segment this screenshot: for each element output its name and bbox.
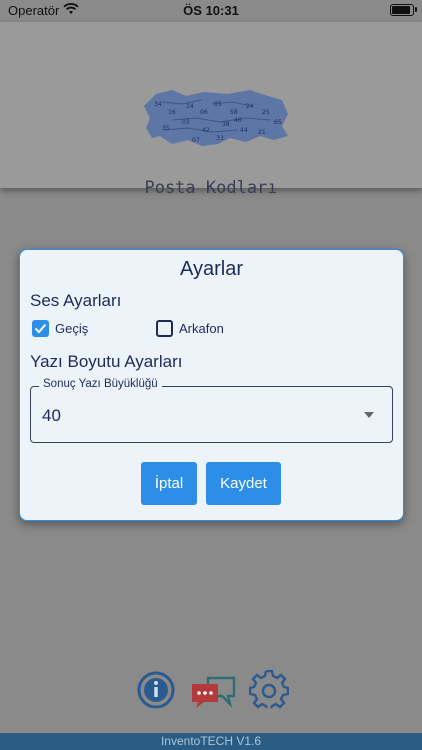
svg-text:06: 06 — [200, 109, 208, 116]
svg-text:05: 05 — [214, 101, 222, 108]
svg-text:38: 38 — [222, 121, 230, 128]
svg-text:42: 42 — [202, 127, 210, 134]
settings-dialog: Ayarlar Ses Ayarları Geçiş Arkafon Yazı … — [19, 249, 404, 521]
checkbox-unchecked-icon[interactable] — [156, 320, 173, 337]
checkbox-gecis[interactable]: Geçiş — [32, 320, 88, 337]
sound-settings-heading: Ses Ayarları — [30, 291, 122, 310]
svg-text:25: 25 — [262, 109, 270, 116]
bottom-toolbar — [0, 668, 422, 712]
font-size-settings-heading: Yazı Boyutu Ayarları — [30, 352, 183, 371]
app-title: Posta Kodları — [144, 178, 278, 198]
save-button[interactable]: Kaydet — [206, 462, 281, 505]
svg-text:65: 65 — [274, 119, 282, 126]
svg-text:07: 07 — [192, 137, 200, 144]
checkbox-checked-icon[interactable] — [32, 320, 49, 337]
gear-icon[interactable] — [249, 670, 289, 710]
svg-text:24: 24 — [246, 103, 254, 110]
font-size-select-label: Sonuç Yazı Büyüklüğü — [39, 378, 162, 390]
svg-text:34: 34 — [154, 101, 162, 108]
app-header: 34 16 14 06 05 58 24 25 65 35 03 42 38 44 21 07 33 4… — [0, 22, 422, 198]
svg-text:03: 03 — [182, 119, 190, 126]
svg-text:14: 14 — [186, 103, 194, 110]
svg-text:46: 46 — [234, 117, 242, 124]
font-size-select-value: 40 — [42, 406, 61, 425]
cancel-button[interactable]: İptal — [141, 462, 197, 505]
dropdown-arrow-icon[interactable] — [364, 412, 374, 418]
svg-text:21: 21 — [258, 129, 266, 136]
turkey-map-logo: 34 16 14 06 05 58 24 25 65 35 03 42 38 44 21 07 33 4… — [144, 90, 288, 146]
svg-text:16: 16 — [168, 109, 176, 116]
font-size-select[interactable]: Sonuç Yazı Büyüklüğü 40 — [30, 378, 393, 443]
chat-icon[interactable] — [190, 674, 238, 710]
battery-icon — [390, 4, 417, 16]
status-bar: Operatör ÖS 10:31 — [0, 0, 422, 22]
info-icon[interactable] — [136, 670, 176, 710]
dialog-title: Ayarlar — [180, 258, 243, 280]
svg-text:33: 33 — [216, 135, 224, 142]
svg-text:35: 35 — [162, 125, 170, 132]
version-footer: InventoTECH V1.6 — [0, 733, 422, 750]
checkbox-gecis-label: Geçiş — [55, 321, 89, 336]
checkbox-arkafon[interactable]: Arkafon — [156, 320, 224, 337]
status-time: ÖS 10:31 — [183, 3, 239, 18]
checkbox-arkafon-label: Arkafon — [179, 321, 224, 336]
svg-text:58: 58 — [230, 109, 238, 116]
svg-text:44: 44 — [240, 127, 248, 134]
